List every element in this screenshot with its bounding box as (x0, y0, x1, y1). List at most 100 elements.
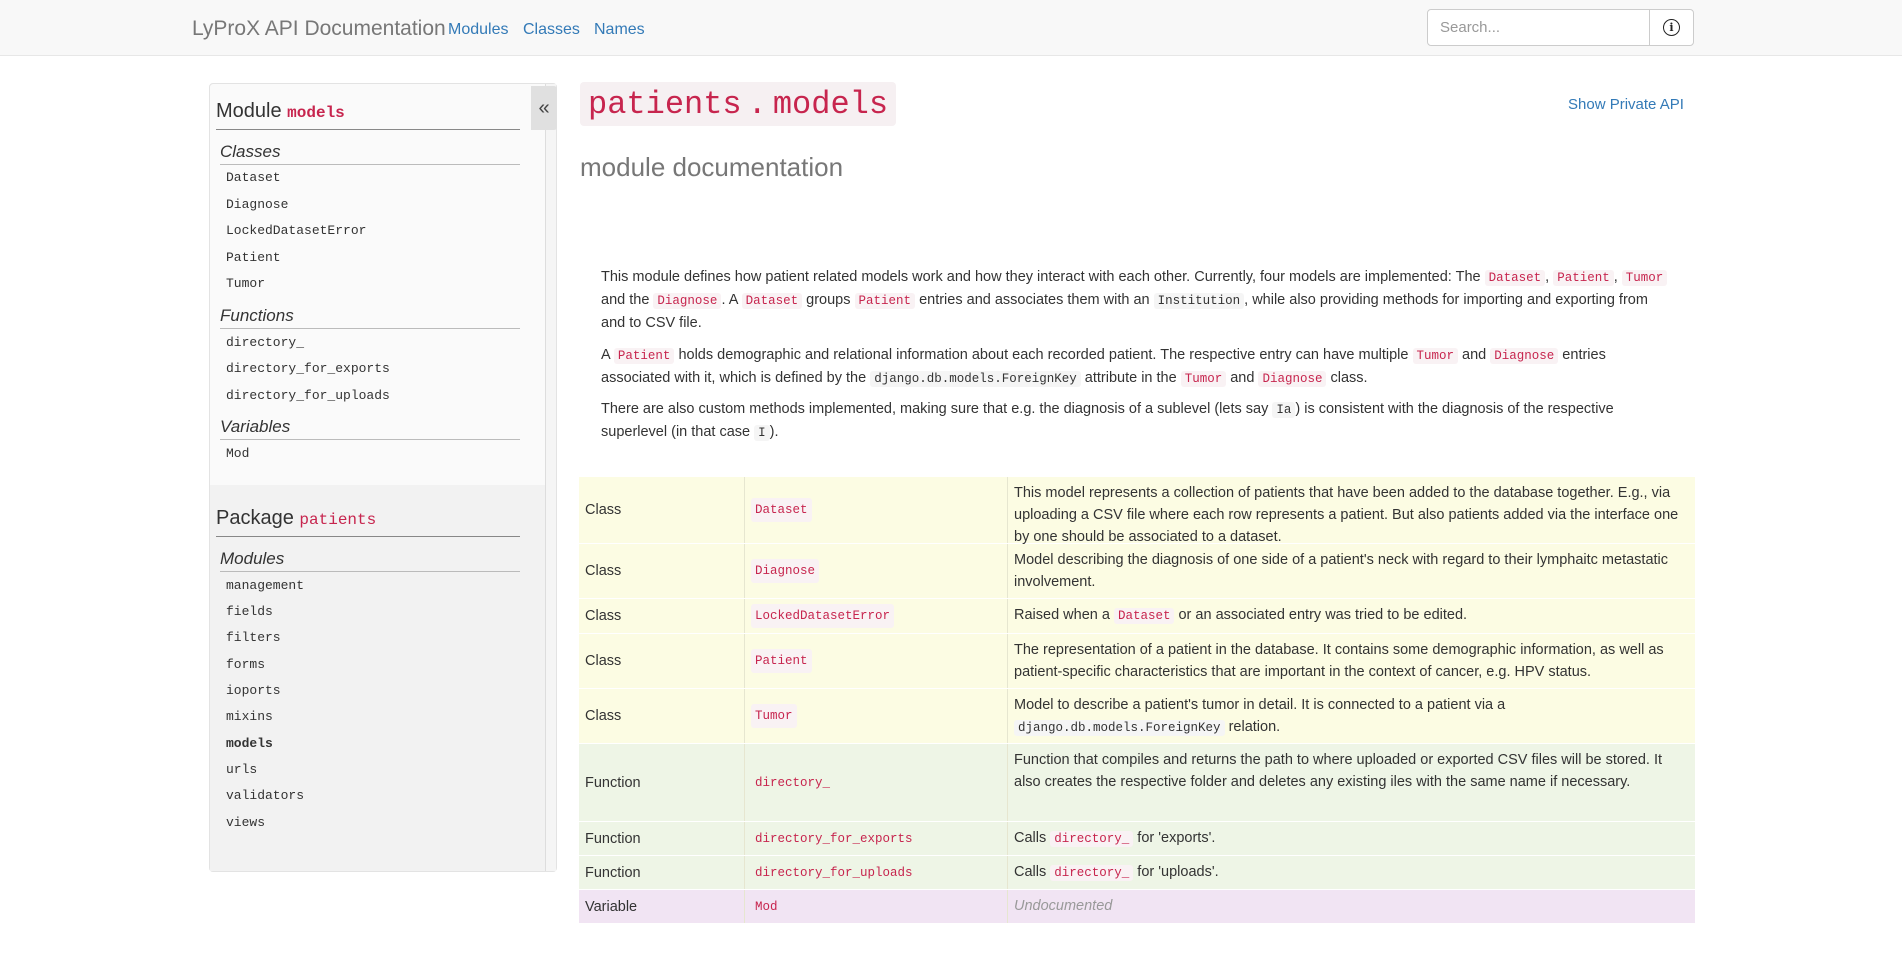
row-name-link[interactable]: Dataset (751, 498, 812, 522)
page-title: patients . models (580, 82, 897, 126)
nav-link-names[interactable]: Names (594, 21, 645, 39)
module-heading: Module models (216, 100, 520, 130)
sidebar-item-filters[interactable]: filters (226, 630, 281, 645)
code-dataset[interactable]: Dataset (1484, 270, 1546, 286)
nav-link-modules[interactable]: Modules (448, 21, 508, 39)
row-kind: Class (579, 599, 745, 633)
section-functions: Functions (220, 306, 520, 329)
code-dataset-2[interactable]: Dataset (741, 293, 803, 309)
description-paragraph-3: There are also custom methods implemente… (601, 401, 1614, 441)
page-title-separator: . (747, 85, 767, 123)
sidebar-item-ioports[interactable]: ioports (226, 683, 281, 698)
table-row: Function directory_for_exports Calls dir… (579, 822, 1695, 856)
sidebar-item-patient[interactable]: Patient (226, 250, 281, 265)
row-description: Calls directory_ for 'exports'. (1014, 830, 1216, 847)
code-patient-3[interactable]: Patient (613, 348, 675, 364)
package-heading: Package patients (216, 507, 520, 537)
sidebar-collapse-handle[interactable] (545, 84, 556, 871)
row-kind: Class (579, 634, 745, 688)
row-kind: Function (579, 744, 745, 821)
row-name-cell: directory_for_uploads (745, 856, 1008, 889)
sidebar-item-validators[interactable]: validators (226, 788, 304, 803)
package-heading-prefix: Package (216, 507, 294, 529)
table-row: Function directory_ Function that compil… (579, 744, 1695, 822)
row-kind: Variable (579, 890, 745, 923)
info-button[interactable]: i (1649, 10, 1693, 45)
row-name-link[interactable]: Patient (751, 649, 812, 673)
table-row: Function directory_for_uploads Calls dir… (579, 856, 1695, 890)
table-row: Class Dataset This model represents a co… (579, 477, 1695, 545)
code-patient-2[interactable]: Patient (854, 293, 916, 309)
package-panel: Package patients Modules management fiel… (210, 485, 546, 871)
table-row: Class Patient The representation of a pa… (579, 634, 1695, 689)
row-description: Model describing the diagnosis of one si… (1014, 552, 1669, 590)
desc-code-link[interactable]: directory_ (1050, 865, 1134, 881)
row-name-link[interactable]: directory_for_exports (751, 827, 917, 851)
row-name-link[interactable]: directory_for_uploads (751, 861, 917, 885)
sidebar-item-mixins[interactable]: mixins (226, 709, 273, 724)
code-diagnose-2[interactable]: Diagnose (1490, 348, 1559, 364)
sidebar-item-mod[interactable]: Mod (226, 446, 249, 461)
page-title-package[interactable]: patients (588, 86, 742, 123)
section-modules: Modules (220, 549, 520, 572)
sidebar-item-models[interactable]: models (226, 736, 273, 751)
code-tumor-2[interactable]: Tumor (1412, 348, 1459, 364)
show-private-api-link[interactable]: Show Private API (1568, 96, 1684, 113)
row-name-link[interactable]: Tumor (751, 704, 797, 728)
sidebar-item-diagnose[interactable]: Diagnose (226, 197, 288, 212)
code-diagnose[interactable]: Diagnose (653, 293, 722, 309)
row-description: Raised when a Dataset or an associated e… (1014, 607, 1468, 624)
row-description: The representation of a patient in the d… (1014, 642, 1664, 680)
module-panel: Module models Classes Dataset Diagnose L… (210, 84, 546, 485)
sidebar-item-views[interactable]: views (226, 815, 265, 830)
sidebar-item-tumor[interactable]: Tumor (226, 276, 265, 291)
code-ia: Ia (1272, 402, 1296, 418)
sidebar-item-dataset[interactable]: Dataset (226, 170, 281, 185)
sidebar-item-directory-for-exports[interactable]: directory_for_exports (226, 361, 390, 376)
code-institution: Institution (1153, 293, 1245, 309)
row-kind: Function (579, 822, 745, 855)
page-title-module: models (772, 85, 889, 123)
sidebar-item-directory-for-uploads[interactable]: directory_for_uploads (226, 388, 390, 403)
info-icon: i (1663, 19, 1680, 36)
code-diagnose-3[interactable]: Diagnose (1258, 371, 1327, 387)
sidebar-item-fields[interactable]: fields (226, 604, 273, 619)
row-description: Calls directory_ for 'uploads'. (1014, 864, 1219, 881)
table-row: Class Tumor Model to describe a patient'… (579, 689, 1695, 744)
row-kind: Class (579, 477, 745, 543)
row-name-link[interactable]: directory_ (751, 771, 834, 795)
description-paragraph-2: A Patient holds demographic and relation… (601, 347, 1606, 387)
code-patient[interactable]: Patient (1553, 270, 1614, 286)
desc-code-link[interactable]: Dataset (1113, 608, 1175, 624)
sidebar-item-urls[interactable]: urls (226, 762, 257, 777)
search-input[interactable] (1428, 10, 1649, 45)
sidebar-item-lockeddataseterror[interactable]: LockedDatasetError (226, 223, 366, 238)
module-heading-prefix: Module (216, 100, 282, 122)
row-name-cell: Mod (745, 890, 1008, 923)
code-tumor[interactable]: Tumor (1621, 270, 1668, 286)
row-name-link[interactable]: LockedDatasetError (751, 604, 895, 628)
row-name-cell: Patient (745, 634, 1008, 688)
row-name-link[interactable]: Mod (751, 895, 782, 919)
nav-link-classes[interactable]: Classes (523, 21, 580, 39)
row-name-link[interactable]: Diagnose (751, 559, 820, 583)
row-name-cell: Dataset (745, 477, 1008, 543)
row-name-cell: directory_for_exports (745, 822, 1008, 855)
sidebar-item-directory[interactable]: directory_ (226, 335, 304, 350)
code-foreignkey: django.db.models.ForeignKey (870, 371, 1081, 387)
collapse-sidebar-button[interactable]: « (531, 86, 557, 130)
code-i: I (754, 425, 770, 441)
row-name-cell: directory_ (745, 744, 1008, 821)
package-heading-name[interactable]: patients (299, 511, 376, 529)
table-row: Class LockedDatasetError Raised when a D… (579, 599, 1695, 634)
module-heading-name[interactable]: models (287, 104, 345, 122)
brand-link[interactable]: LyProX API Documentation (192, 17, 446, 41)
code-tumor-3[interactable]: Tumor (1180, 371, 1227, 387)
sidebar-item-management[interactable]: management (226, 578, 304, 593)
sidebar-item-forms[interactable]: forms (226, 657, 265, 672)
row-name-cell: Diagnose (745, 544, 1008, 598)
row-description: Function that compiles and returns the p… (1014, 752, 1663, 790)
desc-code-link[interactable]: directory_ (1050, 831, 1134, 847)
desc-code: django.db.models.ForeignKey (1014, 720, 1225, 736)
row-kind: Function (579, 856, 745, 889)
